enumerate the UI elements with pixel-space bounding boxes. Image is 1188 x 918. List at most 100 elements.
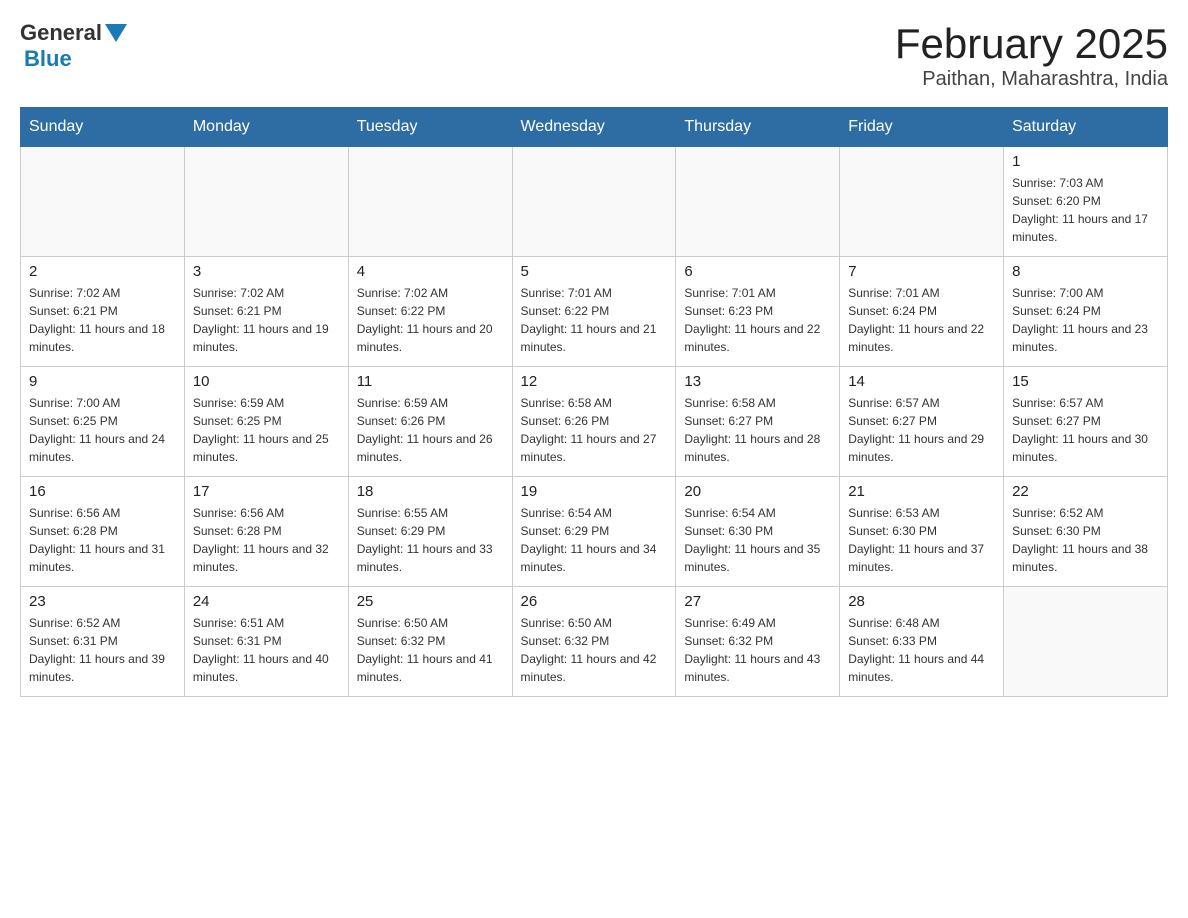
calendar-day-cell xyxy=(184,147,348,257)
title-block: February 2025 Paithan, Maharashtra, Indi… xyxy=(895,20,1168,91)
calendar-day-cell xyxy=(512,147,676,257)
day-number: 16 xyxy=(29,483,176,500)
day-number: 24 xyxy=(193,593,340,610)
calendar-day-cell xyxy=(21,147,185,257)
calendar-day-cell: 9 Sunrise: 7:00 AMSunset: 6:25 PMDaylight… xyxy=(21,367,185,477)
day-number: 23 xyxy=(29,593,176,610)
calendar-day-cell xyxy=(348,147,512,257)
day-info: Sunrise: 6:53 AMSunset: 6:30 PMDaylight:… xyxy=(848,504,995,576)
calendar-day-cell: 19Sunrise: 6:54 AMSunset: 6:29 PMDayligh… xyxy=(512,477,676,587)
calendar-day-cell: 12 Sunrise: 6:58 AMSunset: 6:26 PMDayligh… xyxy=(512,367,676,477)
day-info: Sunrise: 6:51 AMSunset: 6:31 PMDaylight:… xyxy=(193,614,340,686)
weekday-header: Thursday xyxy=(676,108,840,147)
calendar-day-cell: 21 Sunrise: 6:53 AMSunset: 6:30 PMDayligh… xyxy=(840,477,1004,587)
calendar-day-cell: 27Sunrise: 6:49 AMSunset: 6:32 PMDayligh… xyxy=(676,587,840,697)
day-info: Sunrise: 7:00 AMSunset: 6:25 PMDaylight:… xyxy=(29,394,176,466)
calendar-day-cell: 1 Sunrise: 7:03 AMSunset: 6:20 PMDaylight… xyxy=(1004,147,1168,257)
calendar-day-cell xyxy=(676,147,840,257)
day-number: 12 xyxy=(521,373,668,390)
day-number: 4 xyxy=(357,263,504,280)
day-number: 21 xyxy=(848,483,995,500)
day-number: 15 xyxy=(1012,373,1159,390)
day-info: Sunrise: 6:58 AMSunset: 6:26 PMDaylight:… xyxy=(521,394,668,466)
day-info: Sunrise: 6:49 AMSunset: 6:32 PMDaylight:… xyxy=(684,614,831,686)
calendar-day-cell: 5Sunrise: 7:01 AMSunset: 6:22 PMDaylight… xyxy=(512,257,676,367)
day-info: Sunrise: 7:01 AMSunset: 6:24 PMDaylight:… xyxy=(848,284,995,356)
calendar-day-cell: 17 Sunrise: 6:56 AMSunset: 6:28 PMDayligh… xyxy=(184,477,348,587)
calendar-table: SundayMondayTuesdayWednesdayThursdayFrid… xyxy=(20,107,1168,697)
calendar-day-cell: 20 Sunrise: 6:54 AMSunset: 6:30 PMDayligh… xyxy=(676,477,840,587)
day-info: Sunrise: 6:54 AMSunset: 6:29 PMDaylight:… xyxy=(521,504,668,576)
page-header: General Blue February 2025 Paithan, Maha… xyxy=(20,20,1168,91)
calendar-week-row: 9 Sunrise: 7:00 AMSunset: 6:25 PMDaylight… xyxy=(21,367,1168,477)
calendar-day-cell: 26 Sunrise: 6:50 AMSunset: 6:32 PMDayligh… xyxy=(512,587,676,697)
calendar-day-cell: 16 Sunrise: 6:56 AMSunset: 6:28 PMDayligh… xyxy=(21,477,185,587)
day-info: Sunrise: 6:50 AMSunset: 6:32 PMDaylight:… xyxy=(521,614,668,686)
day-info: Sunrise: 6:58 AMSunset: 6:27 PMDaylight:… xyxy=(684,394,831,466)
day-number: 17 xyxy=(193,483,340,500)
day-info: Sunrise: 7:01 AMSunset: 6:22 PMDaylight:… xyxy=(521,284,668,356)
logo-arrow-icon xyxy=(105,24,127,42)
day-info: Sunrise: 6:59 AMSunset: 6:26 PMDaylight:… xyxy=(357,394,504,466)
day-info: Sunrise: 7:03 AMSunset: 6:20 PMDaylight:… xyxy=(1012,174,1159,246)
day-number: 18 xyxy=(357,483,504,500)
day-info: Sunrise: 7:00 AMSunset: 6:24 PMDaylight:… xyxy=(1012,284,1159,356)
logo-general-text: General xyxy=(20,20,102,46)
day-number: 22 xyxy=(1012,483,1159,500)
day-number: 3 xyxy=(193,263,340,280)
calendar-day-cell: 28Sunrise: 6:48 AMSunset: 6:33 PMDayligh… xyxy=(840,587,1004,697)
day-info: Sunrise: 7:02 AMSunset: 6:22 PMDaylight:… xyxy=(357,284,504,356)
day-number: 7 xyxy=(848,263,995,280)
day-info: Sunrise: 6:57 AMSunset: 6:27 PMDaylight:… xyxy=(848,394,995,466)
calendar-day-cell: 14 Sunrise: 6:57 AMSunset: 6:27 PMDayligh… xyxy=(840,367,1004,477)
day-number: 1 xyxy=(1012,153,1159,170)
calendar-header-row: SundayMondayTuesdayWednesdayThursdayFrid… xyxy=(21,108,1168,147)
calendar-day-cell: 24 Sunrise: 6:51 AMSunset: 6:31 PMDayligh… xyxy=(184,587,348,697)
day-info: Sunrise: 6:56 AMSunset: 6:28 PMDaylight:… xyxy=(193,504,340,576)
day-info: Sunrise: 6:50 AMSunset: 6:32 PMDaylight:… xyxy=(357,614,504,686)
day-info: Sunrise: 6:59 AMSunset: 6:25 PMDaylight:… xyxy=(193,394,340,466)
calendar-day-cell: 2 Sunrise: 7:02 AMSunset: 6:21 PMDaylight… xyxy=(21,257,185,367)
calendar-day-cell xyxy=(840,147,1004,257)
day-info: Sunrise: 7:02 AMSunset: 6:21 PMDaylight:… xyxy=(29,284,176,356)
day-number: 14 xyxy=(848,373,995,390)
calendar-day-cell: 25 Sunrise: 6:50 AMSunset: 6:32 PMDayligh… xyxy=(348,587,512,697)
weekday-header: Wednesday xyxy=(512,108,676,147)
calendar-day-cell: 13 Sunrise: 6:58 AMSunset: 6:27 PMDayligh… xyxy=(676,367,840,477)
calendar-day-cell xyxy=(1004,587,1168,697)
calendar-week-row: 16 Sunrise: 6:56 AMSunset: 6:28 PMDayligh… xyxy=(21,477,1168,587)
weekday-header: Saturday xyxy=(1004,108,1168,147)
day-number: 8 xyxy=(1012,263,1159,280)
calendar-day-cell: 6 Sunrise: 7:01 AMSunset: 6:23 PMDaylight… xyxy=(676,257,840,367)
calendar-day-cell: 4 Sunrise: 7:02 AMSunset: 6:22 PMDaylight… xyxy=(348,257,512,367)
calendar-day-cell: 18 Sunrise: 6:55 AMSunset: 6:29 PMDayligh… xyxy=(348,477,512,587)
day-number: 2 xyxy=(29,263,176,280)
day-number: 10 xyxy=(193,373,340,390)
day-info: Sunrise: 6:56 AMSunset: 6:28 PMDaylight:… xyxy=(29,504,176,576)
calendar-day-cell: 23 Sunrise: 6:52 AMSunset: 6:31 PMDayligh… xyxy=(21,587,185,697)
day-info: Sunrise: 6:54 AMSunset: 6:30 PMDaylight:… xyxy=(684,504,831,576)
calendar-day-cell: 22 Sunrise: 6:52 AMSunset: 6:30 PMDayligh… xyxy=(1004,477,1168,587)
day-number: 13 xyxy=(684,373,831,390)
weekday-header: Monday xyxy=(184,108,348,147)
weekday-header: Sunday xyxy=(21,108,185,147)
calendar-day-cell: 7 Sunrise: 7:01 AMSunset: 6:24 PMDaylight… xyxy=(840,257,1004,367)
logo-blue-text: Blue xyxy=(24,46,72,71)
calendar-day-cell: 11Sunrise: 6:59 AMSunset: 6:26 PMDayligh… xyxy=(348,367,512,477)
day-number: 26 xyxy=(521,593,668,610)
calendar-day-cell: 3 Sunrise: 7:02 AMSunset: 6:21 PMDaylight… xyxy=(184,257,348,367)
day-info: Sunrise: 6:52 AMSunset: 6:31 PMDaylight:… xyxy=(29,614,176,686)
calendar-day-cell: 8 Sunrise: 7:00 AMSunset: 6:24 PMDaylight… xyxy=(1004,257,1168,367)
logo: General Blue xyxy=(20,20,127,72)
calendar-day-cell: 10 Sunrise: 6:59 AMSunset: 6:25 PMDayligh… xyxy=(184,367,348,477)
day-info: Sunrise: 7:02 AMSunset: 6:21 PMDaylight:… xyxy=(193,284,340,356)
day-info: Sunrise: 7:01 AMSunset: 6:23 PMDaylight:… xyxy=(684,284,831,356)
day-number: 6 xyxy=(684,263,831,280)
day-number: 9 xyxy=(29,373,176,390)
day-number: 20 xyxy=(684,483,831,500)
day-info: Sunrise: 6:55 AMSunset: 6:29 PMDaylight:… xyxy=(357,504,504,576)
day-number: 25 xyxy=(357,593,504,610)
calendar-week-row: 23 Sunrise: 6:52 AMSunset: 6:31 PMDayligh… xyxy=(21,587,1168,697)
day-info: Sunrise: 6:48 AMSunset: 6:33 PMDaylight:… xyxy=(848,614,995,686)
day-info: Sunrise: 6:52 AMSunset: 6:30 PMDaylight:… xyxy=(1012,504,1159,576)
